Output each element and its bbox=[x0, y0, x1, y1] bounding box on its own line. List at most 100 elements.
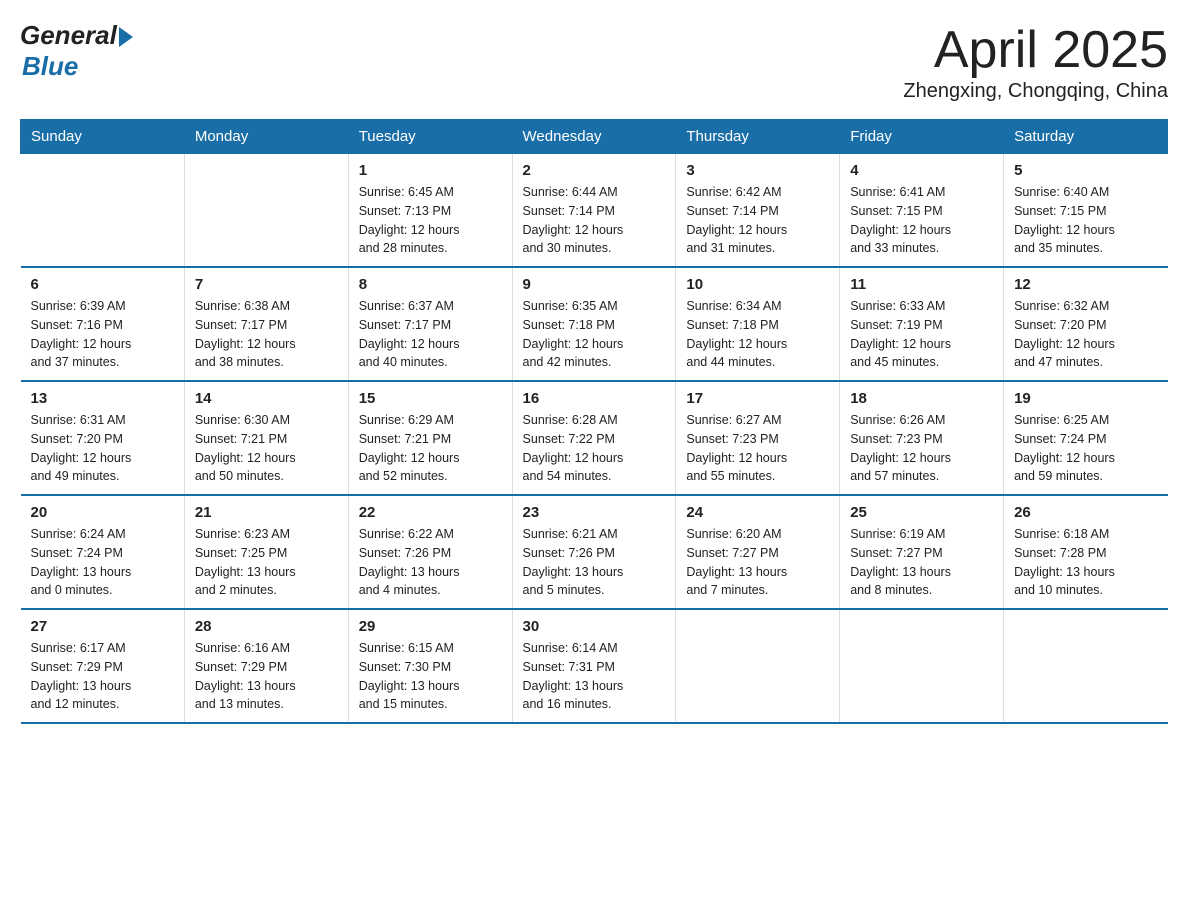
calendar-cell: 10 Sunrise: 6:34 AMSunset: 7:18 PMDayligh… bbox=[676, 267, 840, 381]
calendar-cell: 25 Sunrise: 6:19 AMSunset: 7:27 PMDayligh… bbox=[840, 495, 1004, 609]
calendar-cell: 14Sunrise: 6:30 AMSunset: 7:21 PMDayligh… bbox=[184, 381, 348, 495]
calendar-week-5: 27 Sunrise: 6:17 AMSunset: 7:29 PMDayligh… bbox=[21, 609, 1168, 723]
calendar-cell: 5 Sunrise: 6:40 AMSunset: 7:15 PMDaylight… bbox=[1004, 154, 1168, 268]
calendar-week-4: 20 Sunrise: 6:24 AMSunset: 7:24 PMDayligh… bbox=[21, 495, 1168, 609]
logo-general-text: General bbox=[20, 20, 117, 51]
calendar-cell: 28Sunrise: 6:16 AMSunset: 7:29 PMDayligh… bbox=[184, 609, 348, 723]
day-info: Sunrise: 6:41 AMSunset: 7:15 PMDaylight:… bbox=[850, 183, 993, 258]
calendar-cell: 1 Sunrise: 6:45 AMSunset: 7:13 PMDaylight… bbox=[348, 154, 512, 268]
day-info: Sunrise: 6:33 AMSunset: 7:19 PMDaylight:… bbox=[850, 297, 993, 372]
calendar-cell bbox=[676, 609, 840, 723]
calendar-cell: 9 Sunrise: 6:35 AMSunset: 7:18 PMDaylight… bbox=[512, 267, 676, 381]
day-info: Sunrise: 6:23 AMSunset: 7:25 PMDaylight:… bbox=[195, 525, 338, 600]
day-info: Sunrise: 6:26 AMSunset: 7:23 PMDaylight:… bbox=[850, 411, 993, 486]
day-info: Sunrise: 6:39 AMSunset: 7:16 PMDaylight:… bbox=[31, 297, 174, 372]
day-header-thursday: Thursday bbox=[676, 120, 840, 154]
calendar-cell: 24 Sunrise: 6:20 AMSunset: 7:27 PMDayligh… bbox=[676, 495, 840, 609]
calendar-cell: 13Sunrise: 6:31 AMSunset: 7:20 PMDayligh… bbox=[21, 381, 185, 495]
day-info: Sunrise: 6:29 AMSunset: 7:21 PMDaylight:… bbox=[359, 411, 502, 486]
day-number: 9 bbox=[523, 276, 666, 293]
calendar-cell: 20 Sunrise: 6:24 AMSunset: 7:24 PMDayligh… bbox=[21, 495, 185, 609]
calendar-cell: 15 Sunrise: 6:29 AMSunset: 7:21 PMDayligh… bbox=[348, 381, 512, 495]
calendar-cell: 27 Sunrise: 6:17 AMSunset: 7:29 PMDayligh… bbox=[21, 609, 185, 723]
title-block: April 2025 Zhengxing, Chongqing, China bbox=[903, 20, 1168, 103]
day-number: 1 bbox=[359, 162, 502, 179]
day-info: Sunrise: 6:37 AMSunset: 7:17 PMDaylight:… bbox=[359, 297, 502, 372]
day-number: 20 bbox=[31, 504, 174, 521]
day-number: 2 bbox=[523, 162, 666, 179]
day-info: Sunrise: 6:19 AMSunset: 7:27 PMDaylight:… bbox=[850, 525, 993, 600]
calendar-cell: 8 Sunrise: 6:37 AMSunset: 7:17 PMDaylight… bbox=[348, 267, 512, 381]
calendar-cell: 18 Sunrise: 6:26 AMSunset: 7:23 PMDayligh… bbox=[840, 381, 1004, 495]
day-number: 24 bbox=[686, 504, 829, 521]
day-number: 5 bbox=[1014, 162, 1157, 179]
page-header: General Blue April 2025 Zhengxing, Chong… bbox=[20, 20, 1168, 103]
day-number: 12 bbox=[1014, 276, 1157, 293]
calendar-cell: 29 Sunrise: 6:15 AMSunset: 7:30 PMDayligh… bbox=[348, 609, 512, 723]
day-header-wednesday: Wednesday bbox=[512, 120, 676, 154]
day-info: Sunrise: 6:42 AMSunset: 7:14 PMDaylight:… bbox=[686, 183, 829, 258]
logo: General Blue bbox=[20, 20, 133, 82]
day-number: 10 bbox=[686, 276, 829, 293]
calendar-cell: 19 Sunrise: 6:25 AMSunset: 7:24 PMDayligh… bbox=[1004, 381, 1168, 495]
calendar-header: SundayMondayTuesdayWednesdayThursdayFrid… bbox=[21, 120, 1168, 154]
day-number: 19 bbox=[1014, 390, 1157, 407]
day-info: Sunrise: 6:40 AMSunset: 7:15 PMDaylight:… bbox=[1014, 183, 1157, 258]
day-info: Sunrise: 6:15 AMSunset: 7:30 PMDaylight:… bbox=[359, 639, 502, 714]
day-number: 14 bbox=[195, 390, 338, 407]
calendar-cell: 17 Sunrise: 6:27 AMSunset: 7:23 PMDayligh… bbox=[676, 381, 840, 495]
day-header-tuesday: Tuesday bbox=[348, 120, 512, 154]
day-number: 29 bbox=[359, 618, 502, 635]
day-header-friday: Friday bbox=[840, 120, 1004, 154]
calendar-cell: 12Sunrise: 6:32 AMSunset: 7:20 PMDayligh… bbox=[1004, 267, 1168, 381]
day-number: 25 bbox=[850, 504, 993, 521]
day-info: Sunrise: 6:14 AMSunset: 7:31 PMDaylight:… bbox=[523, 639, 666, 714]
day-info: Sunrise: 6:44 AMSunset: 7:14 PMDaylight:… bbox=[523, 183, 666, 258]
calendar-week-3: 13Sunrise: 6:31 AMSunset: 7:20 PMDayligh… bbox=[21, 381, 1168, 495]
calendar-cell: 11 Sunrise: 6:33 AMSunset: 7:19 PMDayligh… bbox=[840, 267, 1004, 381]
day-info: Sunrise: 6:24 AMSunset: 7:24 PMDaylight:… bbox=[31, 525, 174, 600]
calendar-cell: 22 Sunrise: 6:22 AMSunset: 7:26 PMDayligh… bbox=[348, 495, 512, 609]
day-info: Sunrise: 6:21 AMSunset: 7:26 PMDaylight:… bbox=[523, 525, 666, 600]
calendar-table: SundayMondayTuesdayWednesdayThursdayFrid… bbox=[20, 119, 1168, 724]
calendar-week-2: 6 Sunrise: 6:39 AMSunset: 7:16 PMDaylight… bbox=[21, 267, 1168, 381]
day-number: 16 bbox=[523, 390, 666, 407]
day-info: Sunrise: 6:18 AMSunset: 7:28 PMDaylight:… bbox=[1014, 525, 1157, 600]
calendar-week-1: 1 Sunrise: 6:45 AMSunset: 7:13 PMDaylight… bbox=[21, 154, 1168, 268]
day-info: Sunrise: 6:17 AMSunset: 7:29 PMDaylight:… bbox=[31, 639, 174, 714]
day-number: 22 bbox=[359, 504, 502, 521]
day-number: 4 bbox=[850, 162, 993, 179]
calendar-cell: 26 Sunrise: 6:18 AMSunset: 7:28 PMDayligh… bbox=[1004, 495, 1168, 609]
day-info: Sunrise: 6:45 AMSunset: 7:13 PMDaylight:… bbox=[359, 183, 502, 258]
day-number: 18 bbox=[850, 390, 993, 407]
day-number: 23 bbox=[523, 504, 666, 521]
calendar-cell: 30Sunrise: 6:14 AMSunset: 7:31 PMDayligh… bbox=[512, 609, 676, 723]
calendar-cell bbox=[1004, 609, 1168, 723]
logo-arrow-icon bbox=[119, 27, 133, 47]
calendar-cell: 4 Sunrise: 6:41 AMSunset: 7:15 PMDaylight… bbox=[840, 154, 1004, 268]
calendar-cell: 3Sunrise: 6:42 AMSunset: 7:14 PMDaylight… bbox=[676, 154, 840, 268]
calendar-cell: 23 Sunrise: 6:21 AMSunset: 7:26 PMDayligh… bbox=[512, 495, 676, 609]
day-number: 11 bbox=[850, 276, 993, 293]
day-info: Sunrise: 6:22 AMSunset: 7:26 PMDaylight:… bbox=[359, 525, 502, 600]
day-number: 27 bbox=[31, 618, 174, 635]
calendar-cell: 7Sunrise: 6:38 AMSunset: 7:17 PMDaylight… bbox=[184, 267, 348, 381]
day-info: Sunrise: 6:34 AMSunset: 7:18 PMDaylight:… bbox=[686, 297, 829, 372]
day-info: Sunrise: 6:35 AMSunset: 7:18 PMDaylight:… bbox=[523, 297, 666, 372]
day-info: Sunrise: 6:25 AMSunset: 7:24 PMDaylight:… bbox=[1014, 411, 1157, 486]
calendar-cell: 6 Sunrise: 6:39 AMSunset: 7:16 PMDaylight… bbox=[21, 267, 185, 381]
day-number: 28 bbox=[195, 618, 338, 635]
day-number: 26 bbox=[1014, 504, 1157, 521]
logo-blue-text: Blue bbox=[22, 51, 78, 82]
day-header-sunday: Sunday bbox=[21, 120, 185, 154]
day-info: Sunrise: 6:20 AMSunset: 7:27 PMDaylight:… bbox=[686, 525, 829, 600]
day-header-saturday: Saturday bbox=[1004, 120, 1168, 154]
day-number: 7 bbox=[195, 276, 338, 293]
day-number: 17 bbox=[686, 390, 829, 407]
day-number: 6 bbox=[31, 276, 174, 293]
days-row: SundayMondayTuesdayWednesdayThursdayFrid… bbox=[21, 120, 1168, 154]
day-number: 15 bbox=[359, 390, 502, 407]
day-number: 21 bbox=[195, 504, 338, 521]
day-number: 8 bbox=[359, 276, 502, 293]
day-info: Sunrise: 6:27 AMSunset: 7:23 PMDaylight:… bbox=[686, 411, 829, 486]
